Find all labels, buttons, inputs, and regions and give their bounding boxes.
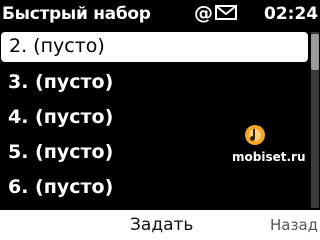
scrollbar-thumb[interactable] (311, 34, 319, 70)
list-item-label: 6. (пусто) (8, 176, 114, 198)
list-item[interactable]: 6. (пусто) (0, 171, 310, 205)
screen-title: Быстрый набор (2, 4, 151, 24)
softkey-bar: Задать Назад (0, 210, 320, 240)
list-item[interactable]: 3. (пусто) (0, 66, 310, 100)
list-item-label: 4. (пусто) (8, 106, 114, 128)
watermark-text: mobiset.ru (232, 150, 306, 164)
assign-softkey[interactable]: Задать (130, 215, 193, 235)
list-item[interactable]: 2. (пусто) (1, 32, 308, 62)
watermark-logo-icon (245, 125, 265, 145)
list-item-label: 3. (пусто) (8, 71, 114, 93)
envelope-icon (215, 5, 237, 20)
list-item-label: 5. (пусто) (8, 141, 114, 163)
at-icon: @ (194, 2, 213, 24)
list-item-label: 2. (пусто) (9, 35, 105, 57)
status-bar: Быстрый набор @ 02:24 (0, 0, 320, 30)
scrollbar[interactable] (311, 32, 319, 208)
back-softkey[interactable]: Назад (270, 216, 318, 234)
clock: 02:24 (264, 4, 319, 24)
